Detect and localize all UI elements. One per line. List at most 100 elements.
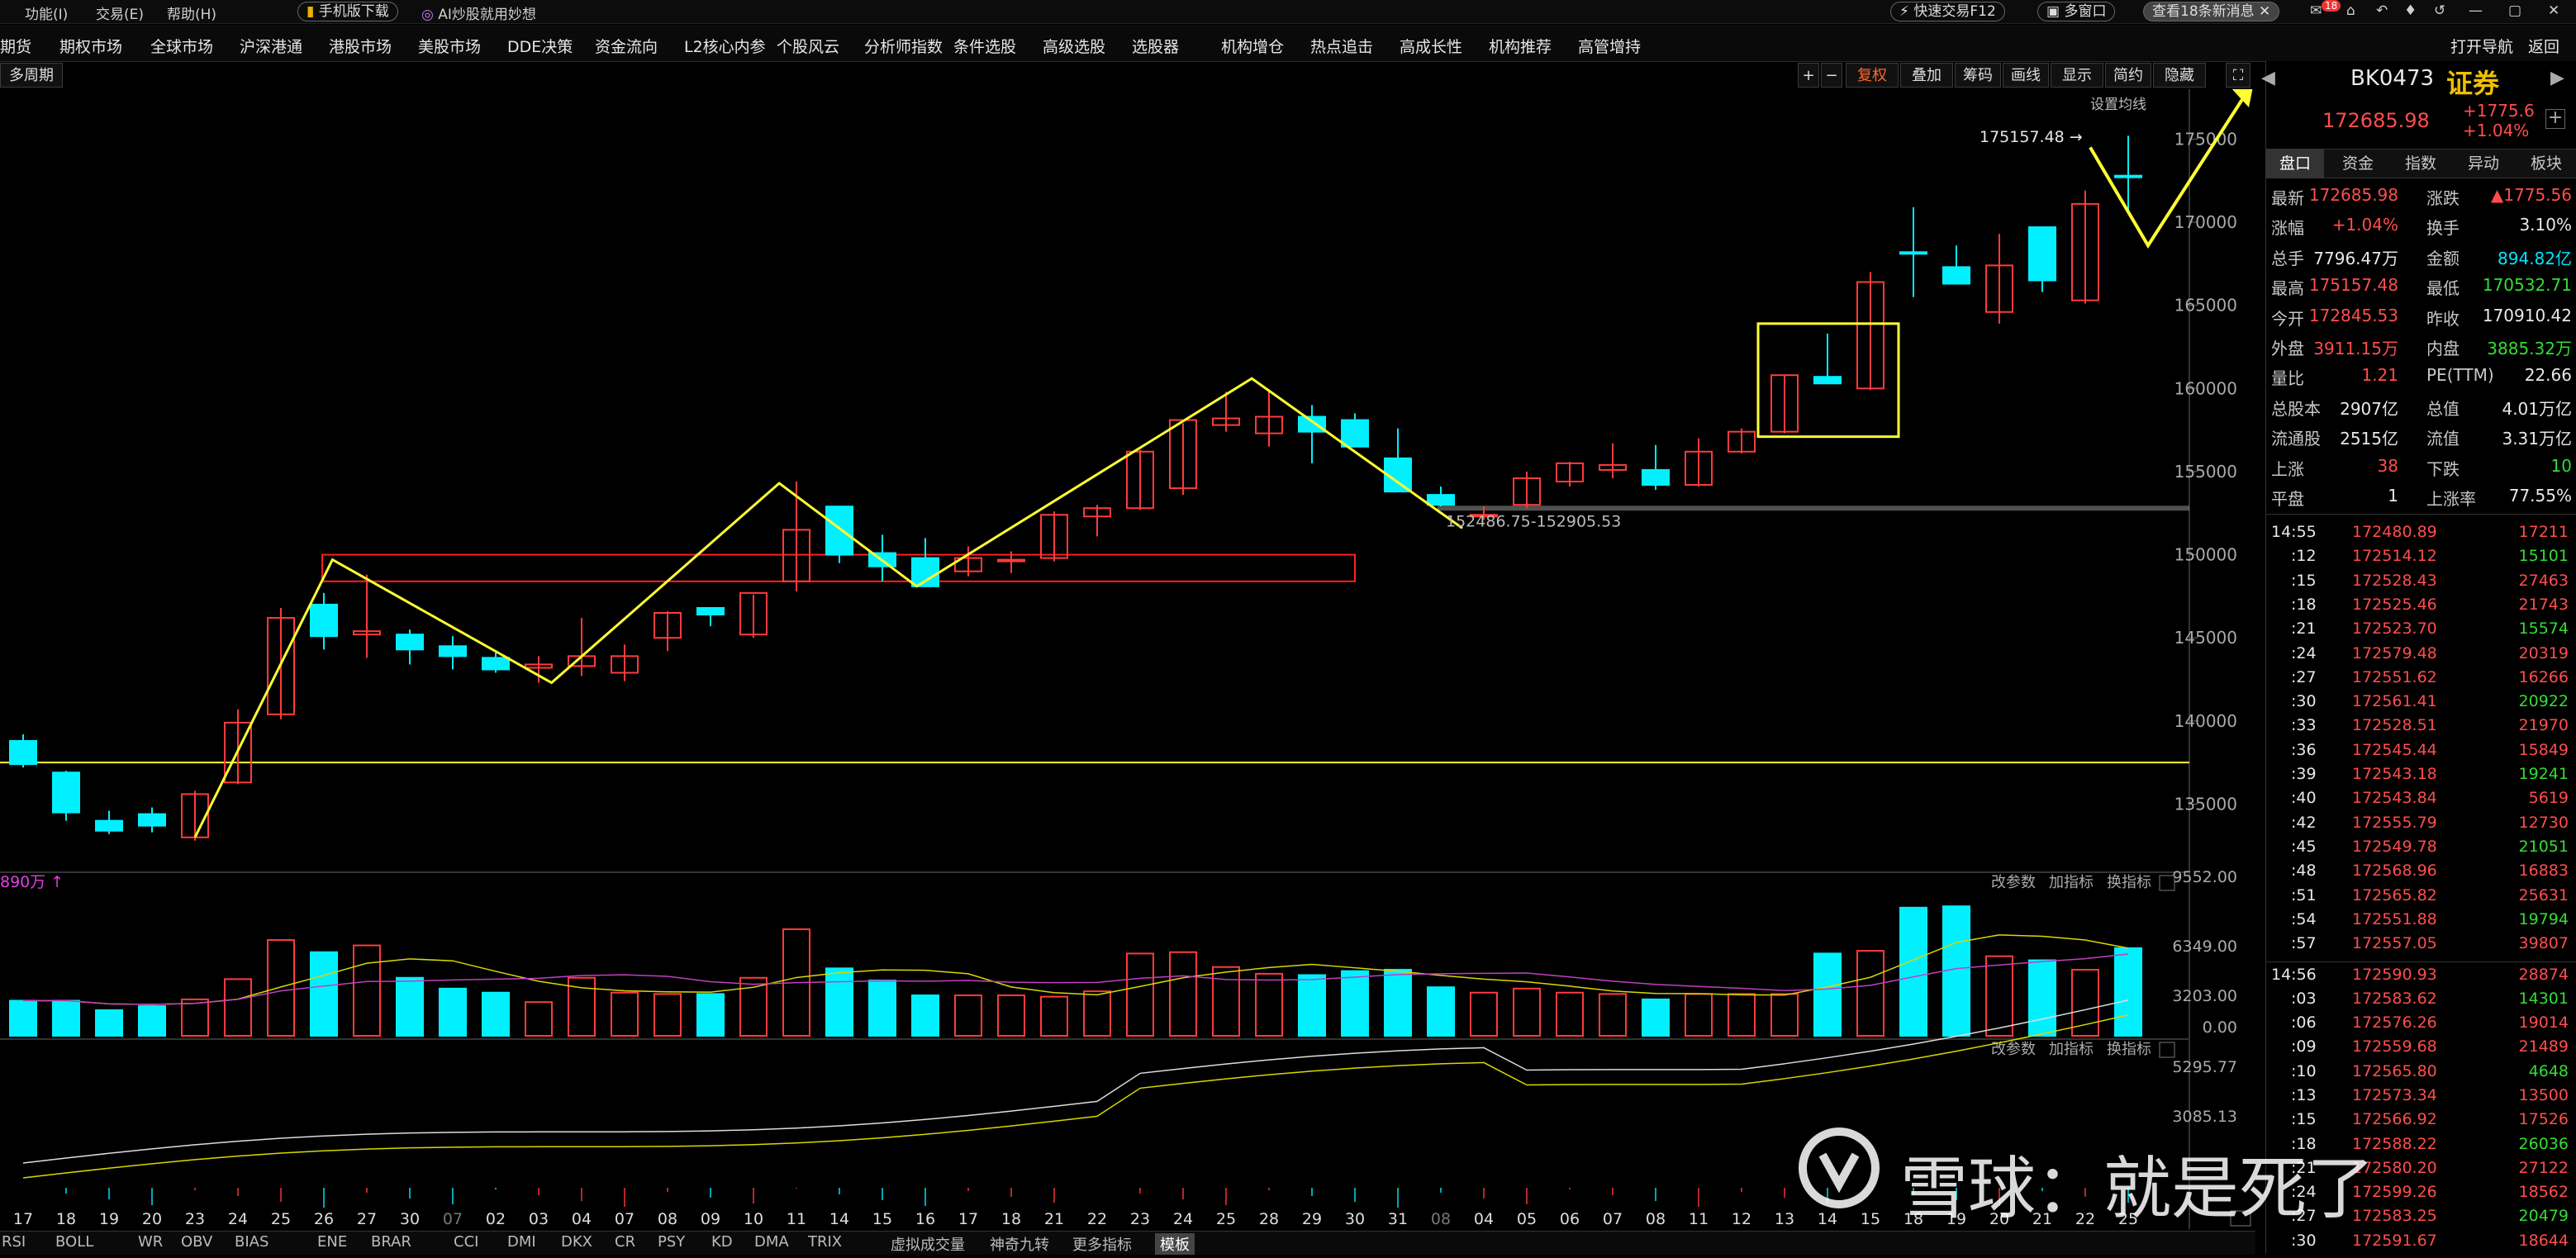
volume-bar[interactable] [1856, 950, 1884, 1037]
nav-hk-connect[interactable]: 沪深港通 [240, 35, 302, 57]
menu-trade[interactable]: 交易(E) [96, 2, 144, 23]
hide-button[interactable]: 隐藏 [2153, 63, 2206, 88]
window-close-icon[interactable]: ✕ [2548, 2, 2559, 19]
candle-body[interactable] [997, 558, 1025, 563]
volume-bar[interactable] [138, 1005, 166, 1037]
indicator-tab[interactable]: 模板 [1155, 1233, 1195, 1255]
indicator-tab[interactable]: 神奇九转 [990, 1233, 1049, 1255]
candle-body[interactable] [396, 634, 424, 651]
fullscreen-icon[interactable]: ⛶ [2226, 63, 2250, 88]
nav-screener[interactable]: 选股器 [1132, 35, 1179, 57]
indicator-tab[interactable]: BIAS [235, 1233, 269, 1251]
volume-bar[interactable] [1427, 986, 1455, 1037]
candle-body[interactable] [1427, 494, 1455, 506]
tab-funds[interactable]: 资金 [2329, 150, 2387, 178]
panel-link[interactable]: 改参数 [1991, 874, 2036, 891]
prev-arrow-icon[interactable]: ◀ [2261, 68, 2275, 88]
back-button[interactable]: 返回 [2528, 35, 2559, 57]
volume-bar[interactable] [439, 987, 467, 1037]
volume-bar[interactable] [1685, 993, 1713, 1037]
volume-bar[interactable] [1341, 970, 1369, 1037]
volume-bar[interactable] [654, 993, 682, 1037]
display-button[interactable]: 显示 [2051, 63, 2103, 88]
volume-bar[interactable] [267, 939, 295, 1037]
candle-body[interactable] [95, 819, 123, 832]
volume-bar[interactable] [181, 998, 209, 1037]
volume-bar[interactable] [1770, 993, 1799, 1037]
nav-global[interactable]: 全球市场 [150, 35, 213, 57]
nav-inst-rec[interactable]: 机构推荐 [1489, 35, 1552, 57]
candle-body[interactable] [52, 771, 80, 814]
minimize-icon[interactable]: — [2469, 2, 2483, 19]
kline-chart[interactable]: 135000 140000 145000 150000 155000 160000 1650… [0, 83, 2254, 1229]
volume-bar[interactable] [911, 995, 939, 1037]
panel-link[interactable]: 换指标 [2107, 874, 2151, 891]
candle-body[interactable] [9, 740, 37, 766]
candle-body[interactable] [2028, 226, 2056, 282]
volume-bar[interactable] [1813, 952, 1842, 1037]
nav-condition[interactable]: 条件选股 [953, 35, 1016, 57]
panel-link[interactable]: 加指标 [2049, 874, 2094, 891]
indicator-tab[interactable]: DMA [754, 1233, 789, 1251]
indicator-tab[interactable]: BOLL [55, 1233, 93, 1251]
candle-body[interactable] [1642, 468, 1670, 487]
candle-body[interactable] [310, 603, 338, 638]
indicator-tab[interactable]: CCI [454, 1233, 478, 1251]
nav-l2[interactable]: L2核心内参 [684, 35, 766, 57]
volume-bar[interactable] [611, 991, 639, 1037]
panel-link[interactable]: 换指标 [2107, 1041, 2151, 1058]
volume-bar[interactable] [825, 967, 853, 1037]
volume-bar[interactable] [1942, 905, 1970, 1037]
draw-button[interactable]: 画线 [2003, 63, 2049, 88]
volume-bar[interactable] [1169, 951, 1197, 1037]
nav-stock-news[interactable]: 个股风云 [777, 35, 839, 57]
add-watchlist-icon[interactable]: + [2545, 109, 2565, 129]
multi-window-button[interactable]: ▣ 多窗口 [2037, 2, 2116, 21]
volume-bar[interactable] [353, 944, 381, 1037]
candle-body[interactable] [1298, 415, 1326, 433]
indicator-tab[interactable]: 虚拟成交量 [891, 1233, 965, 1255]
mobile-download-button[interactable]: ▮ 手机版下载 [297, 2, 398, 21]
volume-bar[interactable] [1728, 993, 1756, 1037]
candle-body[interactable] [1813, 376, 1842, 385]
next-arrow-icon[interactable]: ▶ [2550, 68, 2564, 88]
volume-bar[interactable] [2114, 947, 2142, 1037]
indicator-tab[interactable]: DMI [507, 1233, 536, 1251]
candle-body[interactable] [1899, 251, 1927, 255]
candle-body[interactable] [482, 657, 510, 671]
quick-trade-button[interactable]: ⚡ 快速交易F12 [1890, 2, 2005, 21]
nav-advanced[interactable]: 高级选股 [1043, 35, 1105, 57]
mail-icon[interactable]: ✉ [2310, 2, 2322, 19]
volume-bar[interactable] [1899, 906, 1927, 1037]
nav-inst-add[interactable]: 机构增仓 [1221, 35, 1284, 57]
adjust-button[interactable]: 复权 [1846, 63, 1899, 88]
candle-body[interactable] [1341, 419, 1369, 448]
indicator-tab[interactable]: BRAR [371, 1233, 411, 1251]
volume-bar[interactable] [525, 1001, 553, 1037]
zoom-in-button[interactable]: + [1798, 63, 1819, 88]
volume-bar[interactable] [2028, 959, 2056, 1037]
close-icon[interactable]: ✕ [2259, 3, 2270, 20]
indicator-tab[interactable]: RSI [2, 1233, 26, 1251]
volume-bar[interactable] [954, 995, 982, 1037]
maximize-icon[interactable]: ▢ [2508, 2, 2521, 19]
chips-button[interactable]: 筹码 [1955, 63, 2001, 88]
volume-bar[interactable] [1599, 993, 1627, 1037]
nav-futures[interactable]: 期货 [0, 35, 31, 57]
candle-body[interactable] [1942, 266, 1970, 285]
volume-bar[interactable] [1513, 987, 1541, 1037]
volume-bar[interactable] [1212, 966, 1240, 1037]
volume-bar[interactable] [868, 980, 896, 1037]
indicator-tab[interactable]: 更多指标 [1072, 1233, 1132, 1255]
nav-hk-market[interactable]: 港股市场 [329, 35, 392, 57]
news-button[interactable]: 查看18条新消息 ✕ [2143, 2, 2280, 21]
nav-dde[interactable]: DDE决策 [507, 35, 573, 57]
candle-body[interactable] [439, 645, 467, 657]
volume-bar[interactable] [1384, 968, 1412, 1037]
simple-button[interactable]: 简约 [2105, 63, 2151, 88]
volume-bar[interactable] [2071, 968, 2099, 1037]
volume-bar[interactable] [482, 991, 510, 1037]
overlay-button[interactable]: 叠加 [1900, 63, 1953, 88]
undo-icon[interactable]: ↶ [2376, 2, 2388, 19]
tab-index[interactable]: 指数 [2392, 150, 2450, 178]
